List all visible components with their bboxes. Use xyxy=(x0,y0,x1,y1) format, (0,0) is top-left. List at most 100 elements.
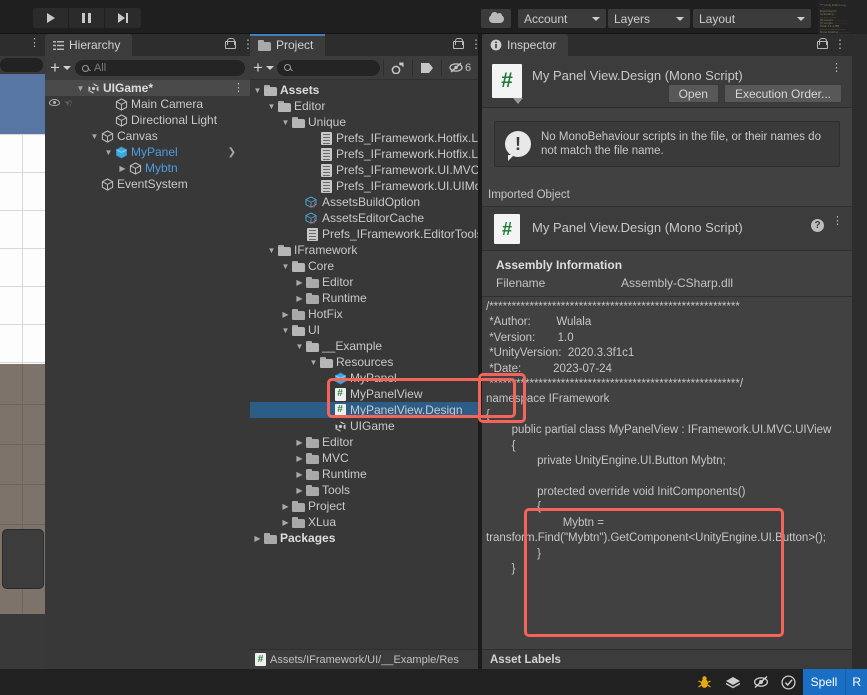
kebab-menu-icon[interactable]: ⋮ xyxy=(233,84,244,92)
project-item-prefs-iframework-ui-uimou[interactable]: Prefs_IFramework.UI.UIMou xyxy=(250,178,478,194)
project-item-prefs-iframework-ui-mvc-u[interactable]: Prefs_IFramework.UI.MVC.U xyxy=(250,162,478,178)
open-button[interactable]: Open xyxy=(668,84,719,103)
kebab-menu-icon[interactable]: ⋮ xyxy=(832,219,843,223)
project-item-hotfix[interactable]: HotFix xyxy=(250,306,478,322)
hierarchy-item-canvas[interactable]: Canvas xyxy=(45,128,250,144)
tree-twisty[interactable] xyxy=(280,118,291,127)
tab-hierarchy[interactable]: Hierarchy xyxy=(45,34,132,56)
tree-twisty[interactable] xyxy=(103,148,114,157)
lock-icon[interactable] xyxy=(817,38,826,49)
tree-twisty[interactable] xyxy=(280,518,291,527)
project-item-prefs-iframework-hotfix-lu[interactable]: Prefs_IFramework.Hotfix.Lu xyxy=(250,146,478,162)
help-icon[interactable]: ? xyxy=(811,219,824,232)
tree-twisty[interactable] xyxy=(117,164,128,173)
kebab-menu-icon[interactable]: ⋮ xyxy=(470,40,474,48)
hierarchy-item-mybtn[interactable]: Mybtn xyxy=(45,160,250,176)
bug-icon[interactable] xyxy=(691,669,719,695)
project-item-ui[interactable]: UI xyxy=(250,322,478,338)
kebab-menu-icon[interactable]: ⋮ xyxy=(29,38,40,48)
project-item-assetsbuildoption[interactable]: {}AssetsBuildOption xyxy=(250,194,478,210)
tree-twisty[interactable] xyxy=(280,502,291,511)
no-preview-icon[interactable] xyxy=(747,669,775,695)
project-item-mvc[interactable]: MVC xyxy=(250,450,478,466)
tree-twisty[interactable] xyxy=(252,86,263,95)
project-item-editor[interactable]: Editor xyxy=(250,274,478,290)
hierarchy-tree[interactable]: UIGame*⋮☜Main CameraDirectional LightCan… xyxy=(45,80,250,192)
hand-icon[interactable]: ☜ xyxy=(64,99,72,107)
add-gameobject-button[interactable]: + xyxy=(50,61,71,75)
scene-search-input[interactable] xyxy=(0,58,43,72)
tree-twisty[interactable] xyxy=(308,358,319,367)
project-item-uigame[interactable]: UIGame xyxy=(250,418,478,434)
project-item-packages[interactable]: Packages xyxy=(250,530,478,546)
kebab-menu-icon[interactable]: ⋮ xyxy=(834,40,838,48)
cloud-button[interactable] xyxy=(481,9,511,28)
hierarchy-item-uigame-[interactable]: UIGame*⋮ xyxy=(45,80,250,96)
tree-twisty[interactable] xyxy=(294,294,305,303)
hierarchy-item-mypanel[interactable]: MyPanel❯ xyxy=(45,144,250,160)
project-item-mypanelview[interactable]: #MyPanelView xyxy=(250,386,478,402)
execution-order-button[interactable]: Execution Order... xyxy=(724,84,842,103)
layout-dropdown[interactable]: Layout xyxy=(693,9,811,28)
account-dropdown[interactable]: Account xyxy=(518,9,606,28)
tree-twisty[interactable] xyxy=(252,534,263,543)
project-item-iframework[interactable]: IFramework xyxy=(250,242,478,258)
lock-icon[interactable] xyxy=(453,38,462,49)
tree-twisty[interactable] xyxy=(280,326,291,335)
visibility-toggles[interactable]: ☜ xyxy=(49,99,72,107)
hierarchy-item-eventsystem[interactable]: EventSystem xyxy=(45,176,250,192)
spell-status-button[interactable]: Spell xyxy=(803,669,846,695)
eye-icon[interactable] xyxy=(49,99,60,106)
project-tree[interactable]: AssetsEditorUniquePrefs_IFramework.Hotfi… xyxy=(250,82,478,670)
label-tag-icon[interactable] xyxy=(416,59,438,77)
asset-labels-bar[interactable]: Asset Labels xyxy=(482,649,852,669)
project-item---example[interactable]: __Example xyxy=(250,338,478,354)
project-search-input[interactable] xyxy=(277,60,380,76)
project-item-mypanel[interactable]: MyPanel xyxy=(250,370,478,386)
tree-twisty[interactable] xyxy=(294,278,305,287)
project-item-editor[interactable]: Editor xyxy=(250,434,478,450)
step-button[interactable] xyxy=(105,8,141,28)
lock-icon[interactable] xyxy=(225,38,234,49)
tree-twisty[interactable] xyxy=(266,246,277,255)
project-item-core[interactable]: Core xyxy=(250,258,478,274)
tab-project[interactable]: Project xyxy=(250,34,325,56)
pause-button[interactable] xyxy=(69,8,105,28)
project-item-prefs-iframework-editortools[interactable]: Prefs_IFramework.EditorTools xyxy=(250,226,478,242)
scene-view-sliver[interactable]: ⋮ xyxy=(0,34,45,695)
project-item-resources[interactable]: Resources xyxy=(250,354,478,370)
tree-twisty[interactable] xyxy=(294,438,305,447)
tree-twisty[interactable] xyxy=(266,102,277,111)
project-item-runtime[interactable]: Runtime xyxy=(250,290,478,306)
hierarchy-item-main-camera[interactable]: ☜Main Camera xyxy=(45,96,250,112)
project-item-xlua[interactable]: XLua xyxy=(250,514,478,530)
tree-twisty[interactable] xyxy=(280,310,291,319)
kebab-menu-icon[interactable]: ⋮ xyxy=(831,66,842,70)
project-item-prefs-iframework-hotfix-lu[interactable]: Prefs_IFramework.Hotfix.Lu xyxy=(250,130,478,146)
tree-twisty[interactable] xyxy=(294,342,305,351)
check-circle-icon[interactable] xyxy=(775,669,803,695)
tree-twisty[interactable] xyxy=(294,454,305,463)
hidden-assets-toggle[interactable]: 6 xyxy=(445,59,475,77)
kebab-menu-icon[interactable]: ⋮ xyxy=(242,40,246,48)
tree-twisty[interactable] xyxy=(294,486,305,495)
create-asset-button[interactable]: + xyxy=(253,61,274,75)
collab-icon[interactable] xyxy=(719,669,747,695)
tree-twisty[interactable] xyxy=(280,262,291,271)
prefab-open-arrow[interactable]: ❯ xyxy=(228,147,236,158)
project-item-project[interactable]: Project xyxy=(250,498,478,514)
project-item-assetseditorcache[interactable]: {}AssetsEditorCache xyxy=(250,210,478,226)
layers-dropdown[interactable]: Layers xyxy=(608,9,690,28)
project-item-editor[interactable]: Editor xyxy=(250,98,478,114)
spell-secondary-button[interactable]: R xyxy=(845,669,867,695)
project-item-mypanelview-design[interactable]: #MyPanelView.Design xyxy=(250,402,478,418)
hierarchy-search-input[interactable]: All xyxy=(75,60,245,76)
avatar-filter-icon[interactable] xyxy=(387,59,409,77)
hierarchy-item-directional-light[interactable]: Directional Light xyxy=(45,112,250,128)
play-button[interactable] xyxy=(33,8,69,28)
tree-twisty[interactable] xyxy=(294,470,305,479)
project-item-unique[interactable]: Unique xyxy=(250,114,478,130)
tree-twisty[interactable] xyxy=(89,132,100,141)
project-item-tools[interactable]: Tools xyxy=(250,482,478,498)
project-item-assets[interactable]: Assets xyxy=(250,82,478,98)
